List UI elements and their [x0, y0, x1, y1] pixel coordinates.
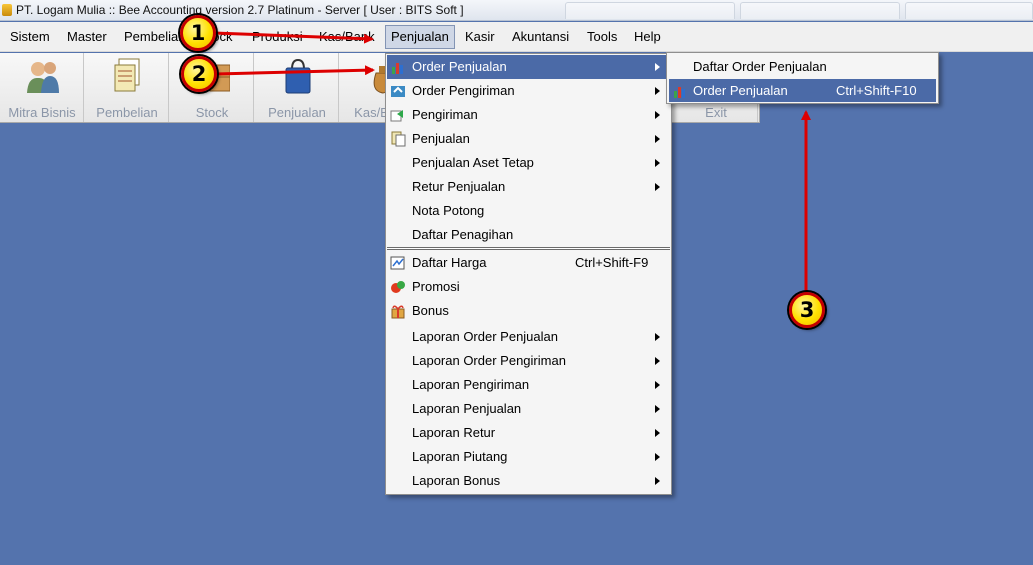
- menu-item-daftar-penagihan[interactable]: Daftar Penagihan: [387, 223, 670, 247]
- menu-separator: [387, 247, 670, 250]
- annotation-badge-1: 1: [180, 15, 216, 51]
- documents-icon: [114, 58, 140, 92]
- price-list-icon: [390, 256, 405, 270]
- menu-item-nota-potong[interactable]: Nota Potong: [387, 199, 670, 223]
- submenu-arrow-icon: [655, 183, 660, 191]
- menu-tools[interactable]: Tools: [582, 25, 622, 49]
- toolbar-button-penjualan[interactable]: Penjualan: [255, 53, 339, 122]
- menu-kas-bank[interactable]: Kas/Bank: [314, 25, 380, 49]
- shortcut-text: Ctrl+Shift-F10: [836, 83, 917, 98]
- menu-item-penjualan[interactable]: Penjualan: [387, 127, 670, 151]
- menu-item-order-pengiriman[interactable]: Order Pengiriman: [387, 79, 670, 103]
- toolbar-label: Penjualan: [268, 105, 326, 120]
- toolbar-label: Pembelian: [96, 105, 158, 120]
- chart-icon: [674, 87, 685, 98]
- menu-item-laporan-order-pengiriman[interactable]: Laporan Order Pengiriman: [387, 349, 670, 373]
- title-bar: PT. Logam Mulia :: Bee Accounting versio…: [0, 0, 1033, 21]
- menu-item-laporan-penjualan[interactable]: Laporan Penjualan: [387, 397, 670, 421]
- menu-item-laporan-order-penjualan[interactable]: Laporan Order Penjualan: [387, 325, 670, 349]
- menu-kasir[interactable]: Kasir: [460, 25, 500, 49]
- menu-penjualan[interactable]: Penjualan: [385, 25, 455, 49]
- submenu-arrow-icon: [655, 63, 660, 71]
- toolbar-label: Stock: [195, 105, 229, 120]
- menu-item-bonus[interactable]: Bonus: [387, 299, 670, 323]
- menu-sistem[interactable]: Sistem: [5, 25, 55, 49]
- receipt-icon: [391, 131, 406, 147]
- background-tab: [565, 2, 735, 19]
- submenu-arrow-icon: [655, 405, 660, 413]
- menu-item-order-penjualan[interactable]: Order Penjualan: [387, 55, 670, 79]
- submenu-arrow-icon: [655, 477, 660, 485]
- submenu-arrow-icon: [655, 381, 660, 389]
- truck-icon: [391, 86, 405, 97]
- submenu-arrow-icon: [655, 429, 660, 437]
- menu-master[interactable]: Master: [62, 25, 112, 49]
- menu-item-retur-penjualan[interactable]: Retur Penjualan: [387, 175, 670, 199]
- order-penjualan-submenu: Daftar Order Penjualan Order Penjualan C…: [666, 52, 939, 104]
- app-icon: [2, 4, 12, 16]
- submenu-item-order-penjualan[interactable]: Order Penjualan Ctrl+Shift-F10: [669, 79, 936, 102]
- menu-bar: Sistem Master Pembelian Stock Produksi K…: [0, 22, 1033, 52]
- annotation-badge-3: 3: [789, 292, 825, 328]
- background-tab: [740, 2, 900, 19]
- background-tab: [905, 2, 1033, 19]
- chart-icon: [392, 63, 403, 74]
- menu-help[interactable]: Help: [629, 25, 666, 49]
- users-icon: [27, 62, 59, 93]
- toolbar-button-mitra-bisnis[interactable]: Mitra Bisnis: [0, 53, 84, 122]
- penjualan-dropdown: Order Penjualan Order Pengiriman Pengiri…: [385, 53, 672, 495]
- gift-icon: [391, 305, 405, 319]
- submenu-arrow-icon: [655, 87, 660, 95]
- toolbar-label: Exit: [705, 105, 727, 120]
- menu-item-laporan-bonus[interactable]: Laporan Bonus: [387, 469, 670, 493]
- toolbar-label: Mitra Bisnis: [8, 105, 76, 120]
- submenu-arrow-icon: [655, 357, 660, 365]
- submenu-arrow-icon: [655, 453, 660, 461]
- menu-item-laporan-piutang[interactable]: Laporan Piutang: [387, 445, 670, 469]
- shortcut-text: Ctrl+Shift-F9: [575, 255, 649, 270]
- menu-item-pengiriman[interactable]: Pengiriman: [387, 103, 670, 127]
- submenu-arrow-icon: [655, 111, 660, 119]
- submenu-arrow-icon: [655, 135, 660, 143]
- window-title: PT. Logam Mulia :: Bee Accounting versio…: [16, 3, 464, 17]
- menu-item-daftar-harga[interactable]: Daftar Harga Ctrl+Shift-F9: [387, 251, 670, 275]
- toolbar-button-pembelian[interactable]: Pembelian: [85, 53, 169, 122]
- submenu-item-daftar-order-penjualan[interactable]: Daftar Order Penjualan: [669, 55, 936, 78]
- menu-item-penjualan-aset-tetap[interactable]: Penjualan Aset Tetap: [387, 151, 670, 175]
- menu-produksi[interactable]: Produksi: [247, 25, 308, 49]
- annotation-badge-2: 2: [181, 56, 217, 92]
- shopping-bag-icon: [285, 58, 311, 94]
- menu-akuntansi[interactable]: Akuntansi: [507, 25, 574, 49]
- menu-item-promosi[interactable]: Promosi: [387, 275, 670, 299]
- menu-item-laporan-pengiriman[interactable]: Laporan Pengiriman: [387, 373, 670, 397]
- submenu-arrow-icon: [655, 333, 660, 341]
- forward-icon: [390, 110, 403, 122]
- submenu-arrow-icon: [655, 159, 660, 167]
- promo-icon: [391, 281, 405, 293]
- menu-item-laporan-retur[interactable]: Laporan Retur: [387, 421, 670, 445]
